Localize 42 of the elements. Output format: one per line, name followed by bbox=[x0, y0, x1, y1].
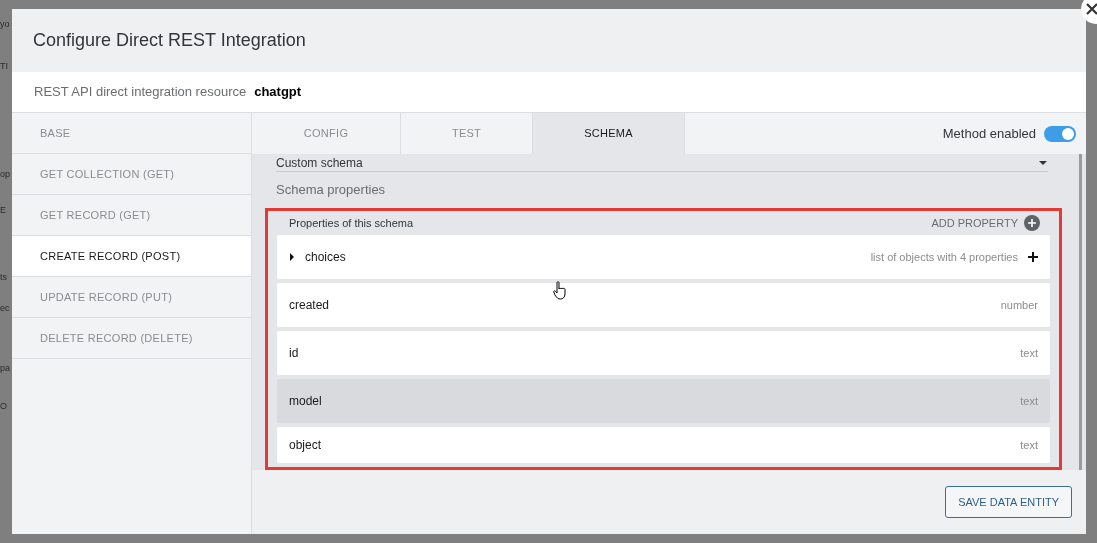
method-item[interactable]: CREATE RECORD (POST) bbox=[12, 236, 251, 277]
background-text: O bbox=[0, 400, 7, 412]
background-text: E bbox=[0, 204, 6, 216]
tab[interactable]: SCHEMA bbox=[533, 113, 685, 154]
background-text: pa bbox=[0, 362, 10, 374]
section-title: Schema properties bbox=[276, 181, 386, 200]
background-text: ec bbox=[0, 302, 10, 314]
property-type: text bbox=[1020, 345, 1038, 361]
method-enabled-label: Method enabled bbox=[942, 124, 1036, 143]
hand-cursor-icon bbox=[553, 281, 569, 300]
plus-circle-icon bbox=[1024, 215, 1040, 231]
add-property-button[interactable]: ADD PROPERTY bbox=[931, 214, 1040, 232]
property-name: id bbox=[289, 345, 299, 362]
background-text: ts bbox=[0, 271, 7, 283]
dropdown-caret-icon bbox=[1038, 159, 1048, 166]
property-row[interactable]: model text bbox=[277, 379, 1050, 423]
dialog-title: Configure Direct REST Integration bbox=[33, 29, 306, 52]
property-row[interactable]: created number bbox=[277, 283, 1050, 327]
background-text: TI bbox=[0, 60, 8, 72]
property-type: list of objects with 4 properties bbox=[870, 249, 1018, 265]
resource-label: REST API direct integration resource bbox=[34, 83, 247, 102]
properties-title: Properties of this schema bbox=[289, 215, 414, 231]
property-name: model bbox=[289, 393, 322, 410]
resource-name: chatgpt bbox=[254, 83, 302, 102]
property-name: created bbox=[289, 297, 330, 314]
property-row[interactable]: object text bbox=[277, 427, 1050, 463]
property-row[interactable]: id text bbox=[277, 331, 1050, 375]
background-text: yo bbox=[0, 18, 10, 30]
close-icon bbox=[1086, 3, 1097, 15]
plus-icon[interactable] bbox=[1028, 252, 1038, 262]
scrollbar[interactable] bbox=[1079, 154, 1082, 470]
property-name: object bbox=[289, 437, 322, 454]
method-enabled-toggle[interactable] bbox=[1044, 125, 1076, 142]
schema-select[interactable]: Custom schema bbox=[276, 154, 1048, 172]
property-type: number bbox=[1000, 297, 1038, 313]
caret-right-icon[interactable] bbox=[289, 253, 295, 261]
property-type: text bbox=[1020, 393, 1038, 409]
background-text: op bbox=[0, 168, 10, 180]
property-type: text bbox=[1020, 437, 1038, 453]
property-name: choices bbox=[305, 249, 346, 266]
property-row[interactable]: choices list of objects with 4 properties bbox=[277, 235, 1050, 279]
save-data-entity-button[interactable]: SAVE DATA ENTITY bbox=[945, 486, 1072, 518]
